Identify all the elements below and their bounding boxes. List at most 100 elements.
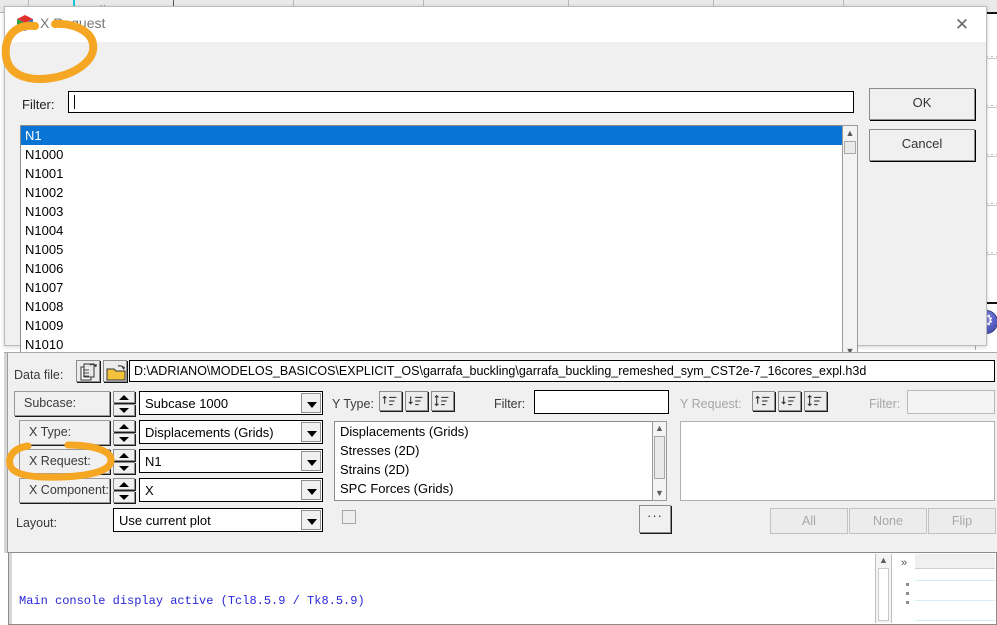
x-request-select[interactable]: N1 [139, 449, 323, 473]
subcase-label: Subcase: [14, 391, 110, 416]
list-item[interactable]: N1008 [21, 297, 857, 316]
x-type-stepper[interactable] [113, 420, 135, 445]
list-item[interactable]: Strains (2D) [335, 460, 653, 479]
filter-caret [74, 95, 75, 109]
filter-label: Filter: [22, 97, 55, 112]
x-request-step-down[interactable] [113, 462, 135, 474]
copy-file-icon[interactable] [76, 360, 100, 382]
subcase-stepper[interactable] [113, 391, 135, 416]
console-line-1: Main console display active (Tcl8.5.9 / … [19, 594, 365, 608]
open-folder-icon[interactable] [103, 360, 127, 382]
panel-left-grip[interactable] [4, 353, 8, 553]
none-button[interactable]: None [849, 508, 927, 534]
list-item[interactable]: N1005 [21, 240, 857, 259]
y-type-filter-input[interactable] [534, 390, 669, 414]
x-component-select[interactable]: X [139, 478, 323, 502]
list-item[interactable]: SPC Forces (Grids) [335, 479, 653, 498]
flip-button[interactable]: Flip [928, 508, 996, 534]
layout-select[interactable]: Use current plot [113, 508, 323, 532]
console-side-pane [915, 554, 995, 623]
close-icon[interactable]: ✕ [952, 16, 972, 34]
x-request-stepper[interactable] [113, 449, 135, 474]
x-component-step-down[interactable] [113, 491, 135, 503]
list-item[interactable]: N1006 [21, 259, 857, 278]
list-item[interactable]: N1000 [21, 145, 857, 164]
console-left-grip[interactable] [9, 553, 12, 624]
y-request-list[interactable] [680, 421, 995, 501]
x-request-step-up[interactable] [113, 449, 135, 461]
scroll-up-icon[interactable]: ▲ [876, 554, 891, 567]
y-type-list[interactable]: Displacements (Grids) Stresses (2D) Strain… [334, 421, 654, 501]
subcase-select[interactable]: Subcase 1000 [139, 391, 323, 415]
all-button[interactable]: All [770, 508, 848, 534]
chevron-down-icon[interactable] [301, 480, 321, 500]
x-component-label: X Component: [19, 478, 110, 503]
sort-ascending-icon[interactable] [752, 391, 775, 411]
x-type-select[interactable]: Displacements (Grids) [139, 420, 323, 444]
scroll-down-icon[interactable]: ▼ [653, 487, 666, 500]
y-type-filter-label: Filter: [494, 397, 526, 411]
list-item[interactable]: N1002 [21, 183, 857, 202]
subcase-step-down[interactable] [113, 404, 135, 416]
list-item[interactable]: N1003 [21, 202, 857, 221]
chevron-down-icon[interactable] [301, 422, 321, 442]
x-component-step-up[interactable] [113, 478, 135, 490]
x-type-step-down[interactable] [113, 433, 135, 445]
x-type-value: Displacements (Grids) [145, 425, 274, 440]
scrollbar-thumb[interactable] [654, 436, 665, 479]
x-request-dialog: X Request ✕ Filter: N1 N1000 N1001 N1002 N10… [4, 6, 987, 359]
sort-ascending-icon[interactable] [379, 391, 402, 411]
y-type-checkbox[interactable] [342, 510, 356, 524]
list-item[interactable]: N1007 [21, 278, 857, 297]
x-type-label: X Type: [19, 420, 110, 445]
dialog-body: Filter: N1 N1000 N1001 N1002 N1003 N1004 N1005… [5, 41, 986, 359]
list-item[interactable]: Stresses (2D) [335, 441, 653, 460]
list-item[interactable]: N1009 [21, 316, 857, 335]
chevron-down-icon[interactable] [301, 510, 321, 530]
x-component-stepper[interactable] [113, 478, 135, 503]
x-request-value: N1 [145, 454, 162, 469]
y-request-label: Y Request: [680, 397, 742, 411]
filter-input[interactable] [68, 91, 854, 113]
cube-icon [17, 15, 33, 31]
ok-button[interactable]: OK [869, 88, 975, 120]
chevron-down-icon[interactable] [301, 393, 321, 413]
list-item[interactable]: N1 [21, 126, 857, 145]
y-request-filter-input[interactable] [907, 390, 995, 414]
scroll-up-icon[interactable]: ▲ [653, 422, 666, 435]
y-request-filter-label: Filter: [869, 397, 901, 411]
x-request-listbox[interactable]: N1 N1000 N1001 N1002 N1003 N1004 N1005 N1006 N10… [20, 125, 858, 359]
subcase-value: Subcase 1000 [145, 396, 229, 411]
dialog-titlebar: X Request ✕ [5, 7, 986, 42]
scrollbar-track[interactable] [878, 568, 889, 621]
sort-toggle-icon[interactable] [804, 391, 827, 411]
y-type-scrollbar[interactable]: ▲ ▼ [652, 421, 667, 501]
list-item[interactable]: Displacements (Grids) [335, 422, 653, 441]
x-type-step-up[interactable] [113, 420, 135, 432]
scroll-up-icon[interactable]: ▲ [843, 126, 857, 140]
layout-value: Use current plot [119, 513, 211, 528]
dialog-title: X Request [40, 15, 106, 31]
overflow-chevron-icon[interactable]: » [895, 556, 913, 570]
listbox-scrollbar[interactable]: ▲ ▼ [842, 125, 858, 359]
y-type-label: Y Type: [332, 397, 374, 411]
scrollbar-thumb[interactable] [844, 141, 856, 154]
data-file-label: Data file: [14, 368, 64, 382]
y-type-more-button[interactable]: ··· [639, 505, 671, 533]
cancel-button[interactable]: Cancel [869, 129, 975, 161]
x-component-value: X [145, 483, 154, 498]
curve-definition-panel: Data file: D:\ADRIANO\MODELOS_BASICOS\EX… [4, 352, 997, 553]
sort-descending-icon[interactable] [405, 391, 428, 411]
console-scrollbar[interactable]: ▲ [875, 554, 892, 623]
chevron-down-icon[interactable] [301, 451, 321, 471]
sort-descending-icon[interactable] [778, 391, 801, 411]
sort-toggle-icon[interactable] [431, 391, 454, 411]
tcl-console[interactable]: Main console display active (Tcl8.5.9 / … [8, 552, 997, 625]
data-file-path[interactable]: D:\ADRIANO\MODELOS_BASICOS\EXPLICIT_OS\g… [129, 360, 995, 382]
console-drag-handle[interactable] [906, 583, 910, 607]
list-item[interactable]: N1004 [21, 221, 857, 240]
subcase-step-up[interactable] [113, 391, 135, 403]
layout-label: Layout: [16, 516, 58, 530]
x-request-label: X Request: [19, 449, 110, 474]
list-item[interactable]: N1001 [21, 164, 857, 183]
